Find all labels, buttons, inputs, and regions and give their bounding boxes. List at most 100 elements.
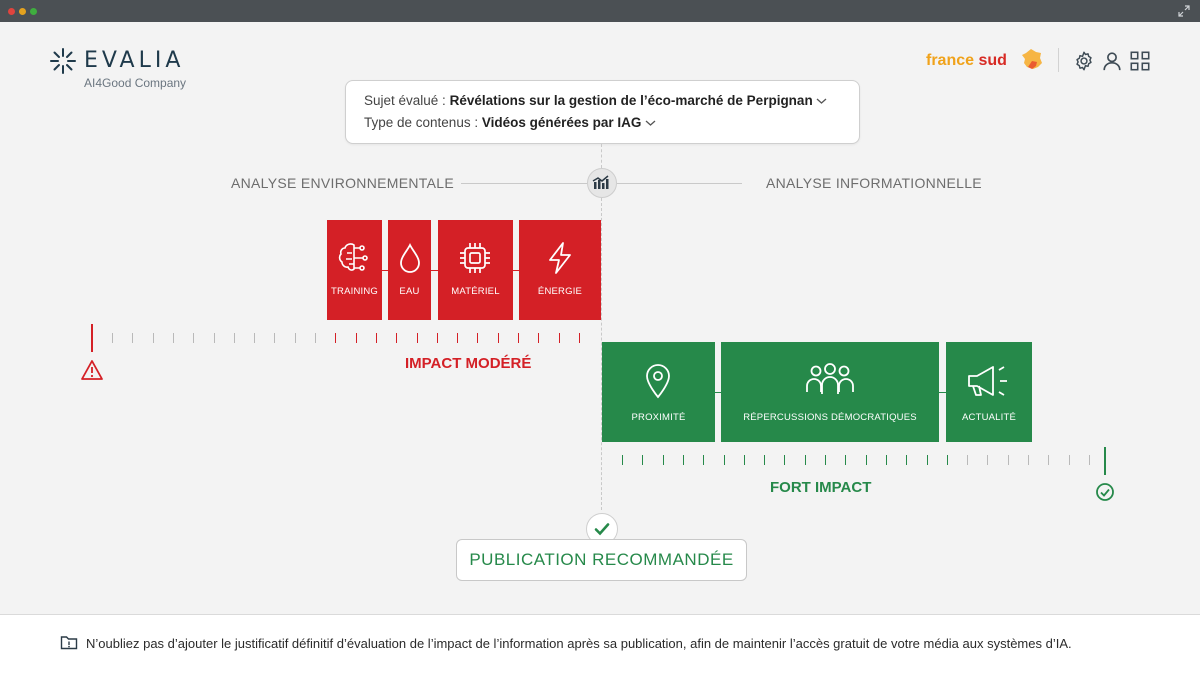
- footer-notice: N’oubliez pas d’ajouter le justificatif …: [86, 636, 1072, 651]
- scale-tick: [355, 333, 357, 343]
- scale-tick: [987, 455, 989, 465]
- france-map-icon: [1022, 49, 1042, 69]
- chevron-down-icon[interactable]: [645, 119, 656, 127]
- info-label-proximite: PROXIMITÉ: [631, 412, 686, 423]
- env-box-energie[interactable]: ÉNERGIE: [519, 220, 601, 320]
- scale-tick: [926, 455, 928, 465]
- scale-tick: [233, 333, 235, 343]
- info-box-actualite[interactable]: ACTUALITÉ: [946, 342, 1032, 442]
- evalia-logo-icon: [50, 48, 76, 74]
- scale-tick: [703, 455, 705, 465]
- info-box-proximite[interactable]: PROXIMITÉ: [602, 342, 715, 442]
- axis-connector-top: [601, 144, 602, 168]
- env-box-materiel[interactable]: MATÉRIEL: [438, 220, 513, 320]
- brain-circuit-icon: [338, 243, 368, 271]
- lightning-icon: [549, 242, 571, 274]
- scale-tick: [804, 455, 806, 465]
- user-icon[interactable]: [1101, 50, 1123, 72]
- scale-tick: [845, 455, 847, 465]
- info-label-repercussions: RÉPERCUSSIONS DÉMOCRATIQUES: [743, 412, 917, 423]
- subject-label: Sujet évalué :: [364, 93, 446, 108]
- scale-tick: [213, 333, 215, 343]
- logo-text: EVALIA: [84, 48, 185, 73]
- content-type-row[interactable]: Type de contenus : Vidéos générées par I…: [364, 115, 656, 130]
- connector: [939, 392, 946, 393]
- env-label-eau: EAU: [399, 286, 420, 297]
- window-minimize-button[interactable]: [19, 8, 26, 15]
- chip-icon: [460, 243, 490, 273]
- right-section-title: ANALYSE INFORMATIONNELLE: [766, 175, 982, 191]
- scale-tick: [578, 333, 580, 343]
- scale-end-marker-left: [91, 324, 93, 352]
- env-label-energie: ÉNERGIE: [537, 286, 583, 297]
- env-label-materiel: MATÉRIEL: [451, 286, 500, 297]
- content-type-value: Vidéos générées par IAG: [481, 115, 642, 130]
- logo-subtitle: AI4Good Company: [84, 76, 187, 90]
- window-titlebar: [0, 0, 1200, 22]
- scale-tick: [477, 333, 479, 343]
- scale-tick: [1007, 455, 1009, 465]
- env-box-training[interactable]: TRAINING: [327, 220, 382, 320]
- publication-recommended-badge[interactable]: PUBLICATION RECOMMANDÉE: [456, 539, 747, 581]
- scale-tick: [558, 333, 560, 343]
- settings-icon[interactable]: [1073, 50, 1095, 72]
- expand-icon[interactable]: [1178, 5, 1190, 17]
- scale-tick: [193, 333, 195, 343]
- scale-tick: [784, 455, 786, 465]
- scale-tick: [865, 455, 867, 465]
- scale-tick: [1028, 455, 1029, 465]
- impact-label-strong: FORT IMPACT: [770, 479, 872, 496]
- megaphone-icon: [968, 366, 1007, 396]
- scale-tick: [1088, 455, 1090, 465]
- scale-tick: [743, 455, 745, 465]
- brand-part1: france: [926, 52, 975, 69]
- warning-icon: [81, 360, 103, 380]
- scale-tick: [172, 333, 174, 343]
- left-title-line: [461, 183, 587, 184]
- window-maximize-button[interactable]: [30, 8, 37, 15]
- window-close-button[interactable]: [8, 8, 15, 15]
- right-title-line: [617, 183, 742, 184]
- chevron-down-icon[interactable]: [816, 97, 827, 105]
- scale-tick: [375, 333, 377, 343]
- scale-tick: [396, 333, 398, 343]
- scale-tick: [946, 455, 948, 465]
- scale-end-marker-right: [1104, 447, 1106, 475]
- analysis-chart-icon[interactable]: [587, 168, 617, 198]
- header-separator: [1058, 48, 1059, 72]
- scale-tick: [885, 455, 887, 465]
- left-section-title: ANALYSE ENVIRONNEMENTALE: [231, 175, 454, 191]
- scale-tick: [825, 455, 826, 465]
- scale-tick: [416, 333, 418, 343]
- scale-tick: [112, 333, 113, 343]
- impact-label-moderate: IMPACT MODÉRÉ: [405, 355, 532, 372]
- location-pin-icon: [646, 364, 670, 399]
- content-type-label: Type de contenus :: [364, 115, 479, 130]
- scale-tick: [764, 455, 766, 465]
- scale-tick: [518, 333, 519, 343]
- brand-part2: sud: [978, 52, 1007, 69]
- people-group-icon: [806, 363, 854, 394]
- subject-panel: Sujet évalué : Révélations sur la gestio…: [345, 80, 860, 144]
- scale-tick: [436, 333, 438, 343]
- scale-tick: [457, 333, 459, 343]
- grid-icon[interactable]: [1129, 50, 1151, 72]
- france-sud-brand[interactable]: france sud: [926, 52, 1007, 70]
- env-label-training: TRAINING: [331, 286, 378, 297]
- subject-value: Révélations sur la gestion de l’éco-marc…: [449, 93, 813, 108]
- info-label-actualite: ACTUALITÉ: [961, 412, 1017, 423]
- subject-row[interactable]: Sujet évalué : Révélations sur la gestio…: [364, 93, 827, 108]
- scale-tick: [723, 455, 725, 465]
- water-drop-icon: [400, 242, 420, 273]
- info-box-repercussions[interactable]: RÉPERCUSSIONS DÉMOCRATIQUES: [721, 342, 939, 442]
- scale-tick: [152, 333, 154, 343]
- scale-tick: [662, 455, 664, 465]
- scale-tick: [538, 333, 540, 343]
- env-box-eau[interactable]: EAU: [388, 220, 431, 320]
- scale-tick: [906, 455, 908, 465]
- connector: [431, 270, 438, 271]
- scale-tick: [967, 455, 969, 465]
- scale-tick: [274, 333, 276, 343]
- scale-tick: [335, 333, 337, 343]
- scale-tick: [642, 455, 644, 465]
